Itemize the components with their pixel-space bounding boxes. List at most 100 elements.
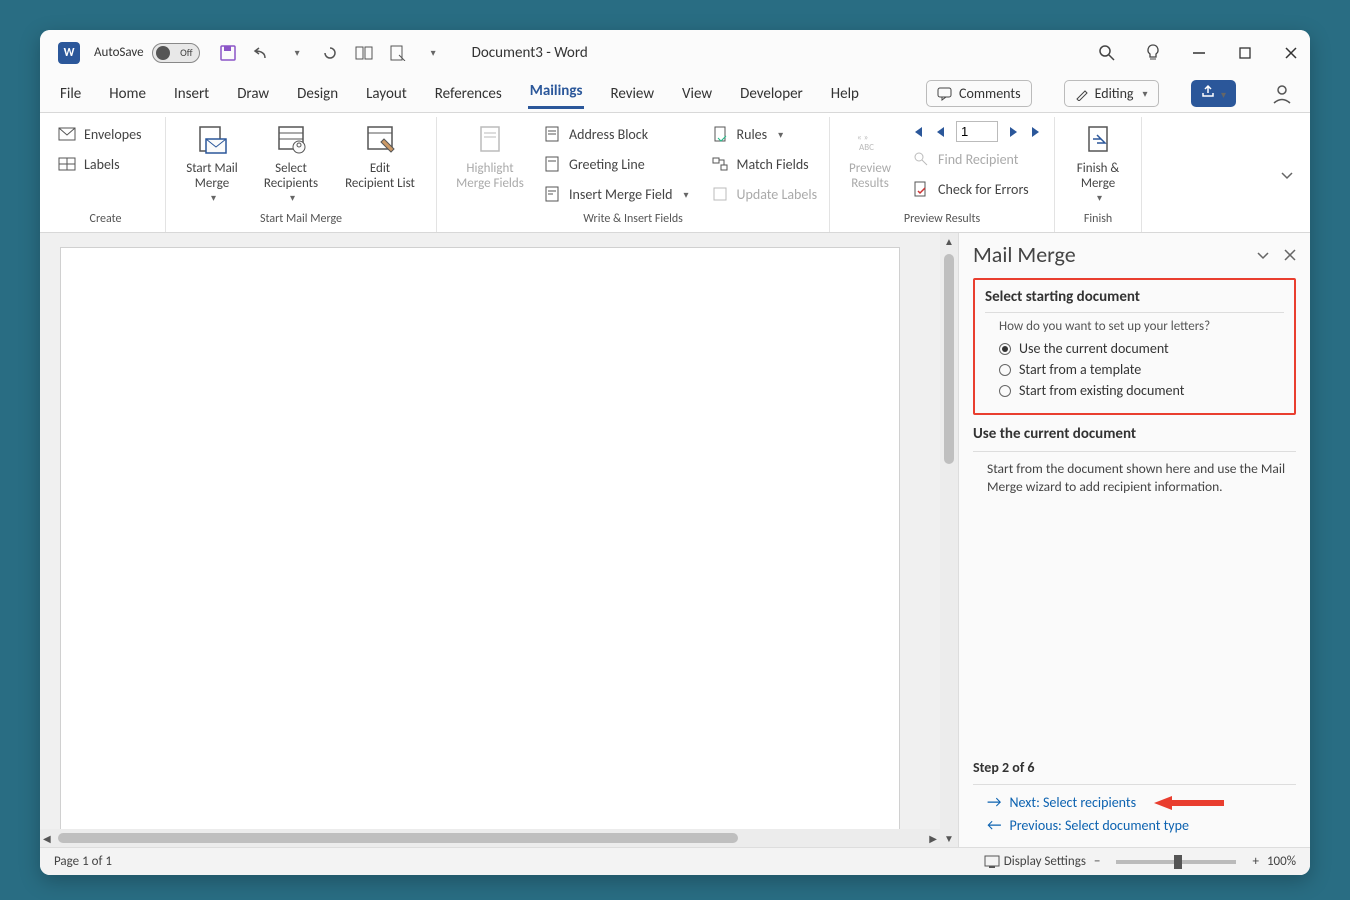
zoom-out-button[interactable]: − bbox=[1094, 854, 1100, 869]
search-icon[interactable] bbox=[1098, 44, 1116, 62]
next-record-icon[interactable] bbox=[1008, 125, 1020, 139]
labels-button[interactable]: Labels bbox=[56, 151, 122, 177]
address-block-button[interactable]: Address Block bbox=[541, 121, 691, 147]
section-title-1: Select starting document bbox=[985, 288, 1284, 306]
group-preview-results: « »ABC Preview Results Find Recipient bbox=[830, 117, 1055, 232]
tab-draw[interactable]: Draw bbox=[235, 81, 271, 107]
vertical-scrollbar[interactable]: ▲▼ bbox=[940, 233, 958, 847]
zoom-in-button[interactable]: + bbox=[1252, 854, 1258, 869]
last-record-icon[interactable] bbox=[1030, 125, 1044, 139]
start-mail-merge-button[interactable]: Start Mail Merge bbox=[176, 121, 248, 204]
envelope-icon bbox=[58, 125, 76, 143]
arrow-right-icon: → bbox=[987, 793, 1001, 812]
prev-record-icon[interactable] bbox=[934, 125, 946, 139]
minimize-button[interactable] bbox=[1190, 44, 1208, 62]
arrow-left-icon: ← bbox=[987, 816, 1001, 835]
edit-recipient-list-button[interactable]: Edit Recipient List bbox=[334, 121, 426, 191]
qat-button-1[interactable] bbox=[354, 43, 374, 63]
next-step-link[interactable]: → Next: Select recipients bbox=[987, 793, 1296, 812]
find-icon bbox=[912, 150, 930, 168]
radio-from-template[interactable]: Start from a template bbox=[999, 361, 1284, 378]
account-icon[interactable] bbox=[1272, 84, 1292, 104]
quick-access-toolbar bbox=[218, 43, 442, 63]
tab-mailings[interactable]: Mailings bbox=[528, 78, 585, 109]
editing-mode-button[interactable]: Editing bbox=[1064, 80, 1159, 107]
zoom-slider[interactable] bbox=[1116, 860, 1236, 864]
zoom-level[interactable]: 100% bbox=[1267, 854, 1296, 869]
page-indicator[interactable]: Page 1 of 1 bbox=[54, 854, 112, 869]
qat-button-2[interactable] bbox=[388, 43, 408, 63]
group-start-mail-merge: Start Mail Merge Select Recipients Edit … bbox=[166, 117, 437, 232]
toggle-switch[interactable]: Off bbox=[152, 43, 200, 63]
tab-review[interactable]: Review bbox=[608, 81, 656, 107]
tab-layout[interactable]: Layout bbox=[364, 81, 409, 107]
insert-merge-field-button[interactable]: Insert Merge Field bbox=[541, 181, 691, 207]
lightbulb-icon[interactable] bbox=[1144, 44, 1162, 62]
pane-dropdown-icon[interactable] bbox=[1256, 250, 1270, 260]
undo-icon[interactable] bbox=[252, 43, 272, 63]
autosave-toggle[interactable]: AutoSave Off bbox=[94, 43, 202, 63]
share-button[interactable] bbox=[1191, 80, 1236, 107]
redo-icon[interactable] bbox=[320, 43, 340, 63]
radio-icon bbox=[999, 364, 1011, 376]
qat-customize[interactable] bbox=[422, 43, 442, 63]
pane-close-icon[interactable] bbox=[1284, 249, 1296, 261]
check-errors-button[interactable]: Check for Errors bbox=[910, 176, 1044, 202]
envelopes-button[interactable]: Envelopes bbox=[56, 121, 144, 147]
preview-icon: « »ABC bbox=[853, 123, 887, 157]
tab-developer[interactable]: Developer bbox=[738, 81, 805, 107]
document-area: ▲▼ ◀▶ bbox=[40, 233, 958, 847]
horizontal-scrollbar[interactable]: ◀▶ bbox=[40, 829, 940, 847]
display-settings-button[interactable]: Display Settings bbox=[984, 854, 1086, 869]
section-subtitle: How do you want to set up your letters? bbox=[999, 319, 1284, 334]
highlighted-section: Select starting document How do you want… bbox=[973, 278, 1296, 415]
mail-merge-pane: Mail Merge Select starting document How … bbox=[958, 233, 1310, 847]
step-indicator: Step 2 of 6 bbox=[973, 759, 1296, 776]
match-fields-button[interactable]: Match Fields bbox=[709, 151, 820, 177]
save-icon[interactable] bbox=[218, 43, 238, 63]
tab-help[interactable]: Help bbox=[829, 81, 861, 107]
tab-file[interactable]: File bbox=[58, 81, 83, 107]
document-page[interactable] bbox=[60, 247, 900, 847]
content-area: ▲▼ ◀▶ Mail Merge Select starting documen… bbox=[40, 233, 1310, 847]
comments-button[interactable]: Comments bbox=[926, 80, 1032, 107]
section-title-2: Use the current document bbox=[973, 425, 1296, 443]
find-recipient-button[interactable]: Find Recipient bbox=[910, 146, 1044, 172]
rules-button[interactable]: Rules bbox=[709, 121, 820, 147]
tab-design[interactable]: Design bbox=[295, 81, 340, 107]
previous-step-link[interactable]: ← Previous: Select document type bbox=[987, 816, 1296, 835]
ribbon: Envelopes Labels Create Start Mail Merge… bbox=[40, 113, 1310, 233]
update-labels-button[interactable]: Update Labels bbox=[709, 181, 820, 207]
greeting-icon bbox=[543, 155, 561, 173]
mail-merge-icon bbox=[195, 123, 229, 157]
tab-insert[interactable]: Insert bbox=[172, 81, 211, 107]
group-create: Envelopes Labels Create bbox=[46, 117, 166, 232]
first-record-icon[interactable] bbox=[910, 125, 924, 139]
preview-results-button[interactable]: « »ABC Preview Results bbox=[840, 121, 900, 191]
annotation-arrow-icon bbox=[1154, 795, 1226, 811]
close-button[interactable] bbox=[1282, 44, 1300, 62]
undo-dropdown[interactable] bbox=[286, 43, 306, 63]
pane-title: Mail Merge bbox=[973, 241, 1242, 268]
record-navigation bbox=[910, 121, 1044, 142]
finish-icon bbox=[1081, 123, 1115, 157]
highlight-merge-fields-button[interactable]: Highlight Merge Fields bbox=[447, 121, 533, 191]
tab-view[interactable]: View bbox=[680, 81, 714, 107]
section-description: Start from the document shown here and u… bbox=[987, 460, 1296, 496]
ribbon-collapse-icon[interactable] bbox=[1280, 170, 1304, 180]
select-recipients-button[interactable]: Select Recipients bbox=[252, 121, 330, 204]
labels-icon bbox=[58, 155, 76, 173]
rules-icon bbox=[711, 125, 729, 143]
app-window: W AutoSave Off Docu bbox=[40, 30, 1310, 875]
autosave-label: AutoSave bbox=[94, 45, 144, 60]
tab-references[interactable]: References bbox=[433, 81, 504, 107]
record-number-input[interactable] bbox=[956, 121, 998, 142]
tab-home[interactable]: Home bbox=[107, 81, 148, 107]
greeting-line-button[interactable]: Greeting Line bbox=[541, 151, 691, 177]
maximize-button[interactable] bbox=[1236, 44, 1254, 62]
radio-use-current[interactable]: Use the current document bbox=[999, 340, 1284, 357]
radio-from-existing[interactable]: Start from existing document bbox=[999, 382, 1284, 399]
status-bar: Page 1 of 1 Display Settings − + 100% bbox=[40, 847, 1310, 875]
finish-merge-button[interactable]: Finish & Merge bbox=[1065, 121, 1131, 204]
group-finish: Finish & Merge Finish bbox=[1055, 117, 1142, 232]
